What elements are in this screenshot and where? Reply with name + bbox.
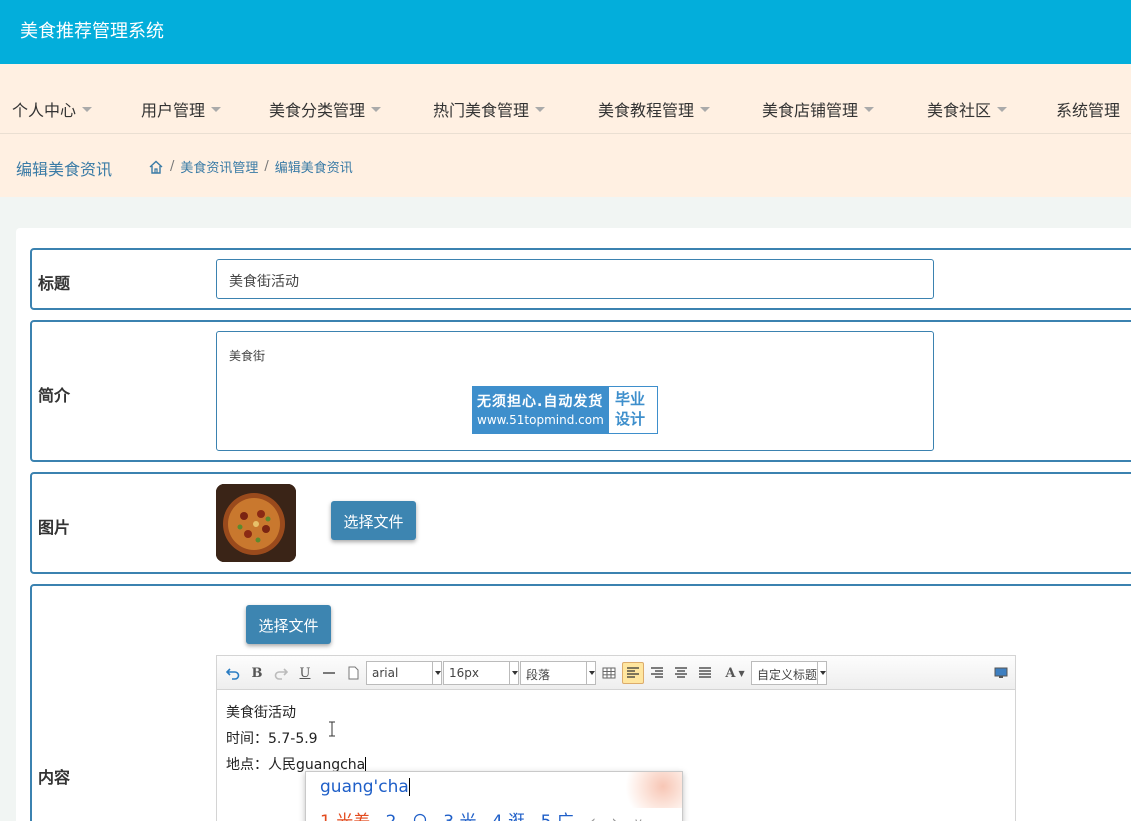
chevron-down-icon bbox=[82, 107, 93, 112]
paragraph-select[interactable]: 段落 bbox=[520, 661, 596, 685]
nav-item-food-category[interactable]: 美食分类管理 bbox=[269, 97, 382, 121]
align-right-icon[interactable] bbox=[647, 662, 667, 684]
underline-icon[interactable]: U bbox=[295, 662, 315, 684]
align-center-icon[interactable] bbox=[671, 662, 691, 684]
emoji-icon bbox=[413, 813, 426, 821]
align-justify-icon[interactable] bbox=[695, 662, 715, 684]
top-bar: 美食推荐管理系统 bbox=[0, 0, 1131, 64]
table-icon[interactable] bbox=[599, 662, 619, 684]
breadcrumb-bar: 编辑美食资讯 / 美食资讯管理 / 编辑美食资讯 bbox=[0, 134, 1131, 197]
horizontal-rule-icon[interactable] bbox=[319, 662, 339, 684]
align-left-icon[interactable] bbox=[622, 662, 644, 684]
undo-icon[interactable] bbox=[223, 662, 243, 684]
nav-item-food-shop[interactable]: 美食店铺管理 bbox=[762, 97, 875, 121]
ime-candidate-4[interactable]: 4 逛 bbox=[492, 812, 525, 821]
editor-toolbar: B U arial 16px 段落 A ▼ 自定义标题 bbox=[217, 656, 1015, 690]
nav-item-personal-center[interactable]: 个人中心 bbox=[12, 97, 93, 121]
title-row: 标题 美食街活动 bbox=[30, 248, 1131, 310]
ime-candidate-3[interactable]: 3 光 bbox=[443, 812, 476, 821]
content-label: 内容 bbox=[38, 768, 71, 787]
intro-label: 简介 bbox=[38, 386, 71, 405]
ime-skin-decoration bbox=[618, 772, 682, 808]
food-image-thumbnail bbox=[216, 484, 296, 562]
image-row: 图片 bbox=[30, 472, 1131, 574]
title-label: 标题 bbox=[38, 274, 71, 293]
ad-slogan: 无须担心.自动发货 bbox=[477, 394, 604, 410]
nav-item-system-management[interactable]: 系统管理 bbox=[1056, 97, 1120, 121]
ime-expand-icon[interactable]: ∨ bbox=[634, 816, 644, 821]
chevron-down-icon bbox=[700, 107, 711, 112]
content-line-2: 时间：5.7-5.9 bbox=[226, 731, 318, 747]
choose-image-file-button[interactable]: 选择文件 bbox=[331, 501, 416, 540]
breadcrumb: / 美食资讯管理 / 编辑美食资讯 bbox=[148, 157, 353, 176]
choose-content-file-button[interactable]: 选择文件 bbox=[246, 605, 331, 644]
redo-icon[interactable] bbox=[271, 662, 291, 684]
nav-item-user-management[interactable]: 用户管理 bbox=[141, 97, 222, 121]
nav-item-food-tutorial[interactable]: 美食教程管理 bbox=[598, 97, 711, 121]
image-label: 图片 bbox=[38, 518, 71, 537]
ime-candidate-1[interactable]: 1 光差 bbox=[320, 812, 370, 821]
ibeam-cursor-icon bbox=[329, 721, 335, 737]
page-title: 编辑美食资讯 bbox=[16, 160, 113, 179]
paste-plain-icon[interactable] bbox=[343, 662, 363, 684]
font-color-icon[interactable]: A ▼ bbox=[720, 662, 750, 684]
chevron-down-icon bbox=[997, 107, 1008, 112]
preview-icon[interactable] bbox=[991, 662, 1011, 684]
ime-candidate-window: guang'cha 1 光差 2 3 光 4 逛 5 广 ‹ › ∨ bbox=[305, 771, 683, 821]
nav-item-food-community[interactable]: 美食社区 bbox=[927, 97, 1008, 121]
home-icon[interactable] bbox=[148, 159, 164, 175]
bold-icon[interactable]: B bbox=[247, 662, 267, 684]
app-title: 美食推荐管理系统 bbox=[20, 21, 164, 42]
ad-url: www.51topmind.com bbox=[477, 413, 604, 427]
ime-next-page-icon[interactable]: › bbox=[611, 812, 618, 821]
ime-composition: guang'cha bbox=[320, 777, 410, 797]
chevron-down-icon bbox=[535, 107, 546, 112]
watermark-ad: 无须担心.自动发货 www.51topmind.com 毕业 设计 bbox=[472, 386, 658, 434]
ad-text-1: 毕业 bbox=[615, 390, 646, 408]
breadcrumb-edit-news: 编辑美食资讯 bbox=[274, 161, 353, 176]
chevron-down-icon bbox=[371, 107, 382, 112]
breadcrumb-news-management[interactable]: 美食资讯管理 bbox=[180, 157, 258, 176]
nav-item-hot-food[interactable]: 热门美食管理 bbox=[433, 97, 546, 121]
editor-content[interactable]: 美食街活动 时间：5.7-5.9 地点：人民guangcha bbox=[226, 700, 367, 778]
ime-candidate-2[interactable]: 2 bbox=[386, 812, 428, 821]
breadcrumb-separator: / bbox=[264, 159, 269, 174]
ime-candidate-list: 1 光差 2 3 光 4 逛 5 广 ‹ › ∨ bbox=[320, 807, 653, 821]
font-size-select[interactable]: 16px bbox=[443, 661, 519, 685]
main-nav: 个人中心 用户管理 美食分类管理 热门美食管理 美食教程管理 美食店铺管理 美食… bbox=[0, 64, 1131, 134]
breadcrumb-separator: / bbox=[170, 159, 175, 174]
ime-prev-page-icon[interactable]: ‹ bbox=[589, 812, 596, 821]
ad-text-2: 设计 bbox=[615, 410, 646, 428]
content-line-1: 美食街活动 bbox=[226, 705, 296, 721]
title-input[interactable]: 美食街活动 bbox=[216, 259, 934, 299]
custom-title-select[interactable]: 自定义标题 bbox=[751, 661, 827, 685]
font-family-select[interactable]: arial bbox=[366, 661, 442, 685]
chevron-down-icon bbox=[211, 107, 222, 112]
ime-candidate-5[interactable]: 5 广 bbox=[541, 812, 574, 821]
chevron-down-icon bbox=[864, 107, 875, 112]
